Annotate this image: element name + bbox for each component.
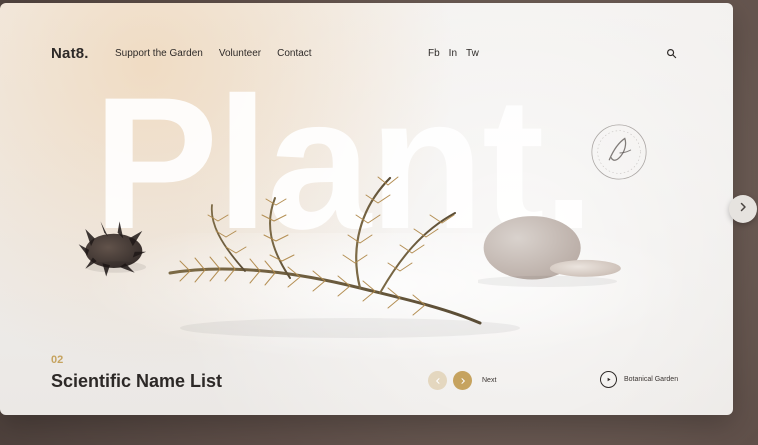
- chevron-left-icon: [434, 372, 442, 390]
- prev-button[interactable]: [428, 371, 447, 390]
- slide-title: Scientific Name List: [51, 371, 223, 391]
- slide-index: 02: [51, 354, 64, 366]
- search-icon[interactable]: [665, 47, 677, 59]
- carousel-controls: Next: [428, 371, 496, 390]
- chevron-right-icon: [737, 200, 749, 218]
- side-next-button[interactable]: [729, 195, 757, 223]
- next-label: Next: [482, 377, 497, 384]
- pinecone-illustration: [78, 221, 147, 277]
- play-botanical-garden-button[interactable]: Botanical Garden: [600, 371, 678, 388]
- play-icon: [600, 371, 617, 388]
- next-button[interactable]: [453, 371, 472, 390]
- play-label: Botanical Garden: [624, 376, 679, 383]
- stamp-logo: [591, 124, 647, 180]
- brand-logo[interactable]: Nat8.: [51, 45, 89, 62]
- hero-card: Nat8. Support the Garden Volunteer Conta…: [0, 3, 733, 415]
- pine-branch-illustration: [168, 176, 520, 338]
- chevron-right-icon: [459, 372, 467, 390]
